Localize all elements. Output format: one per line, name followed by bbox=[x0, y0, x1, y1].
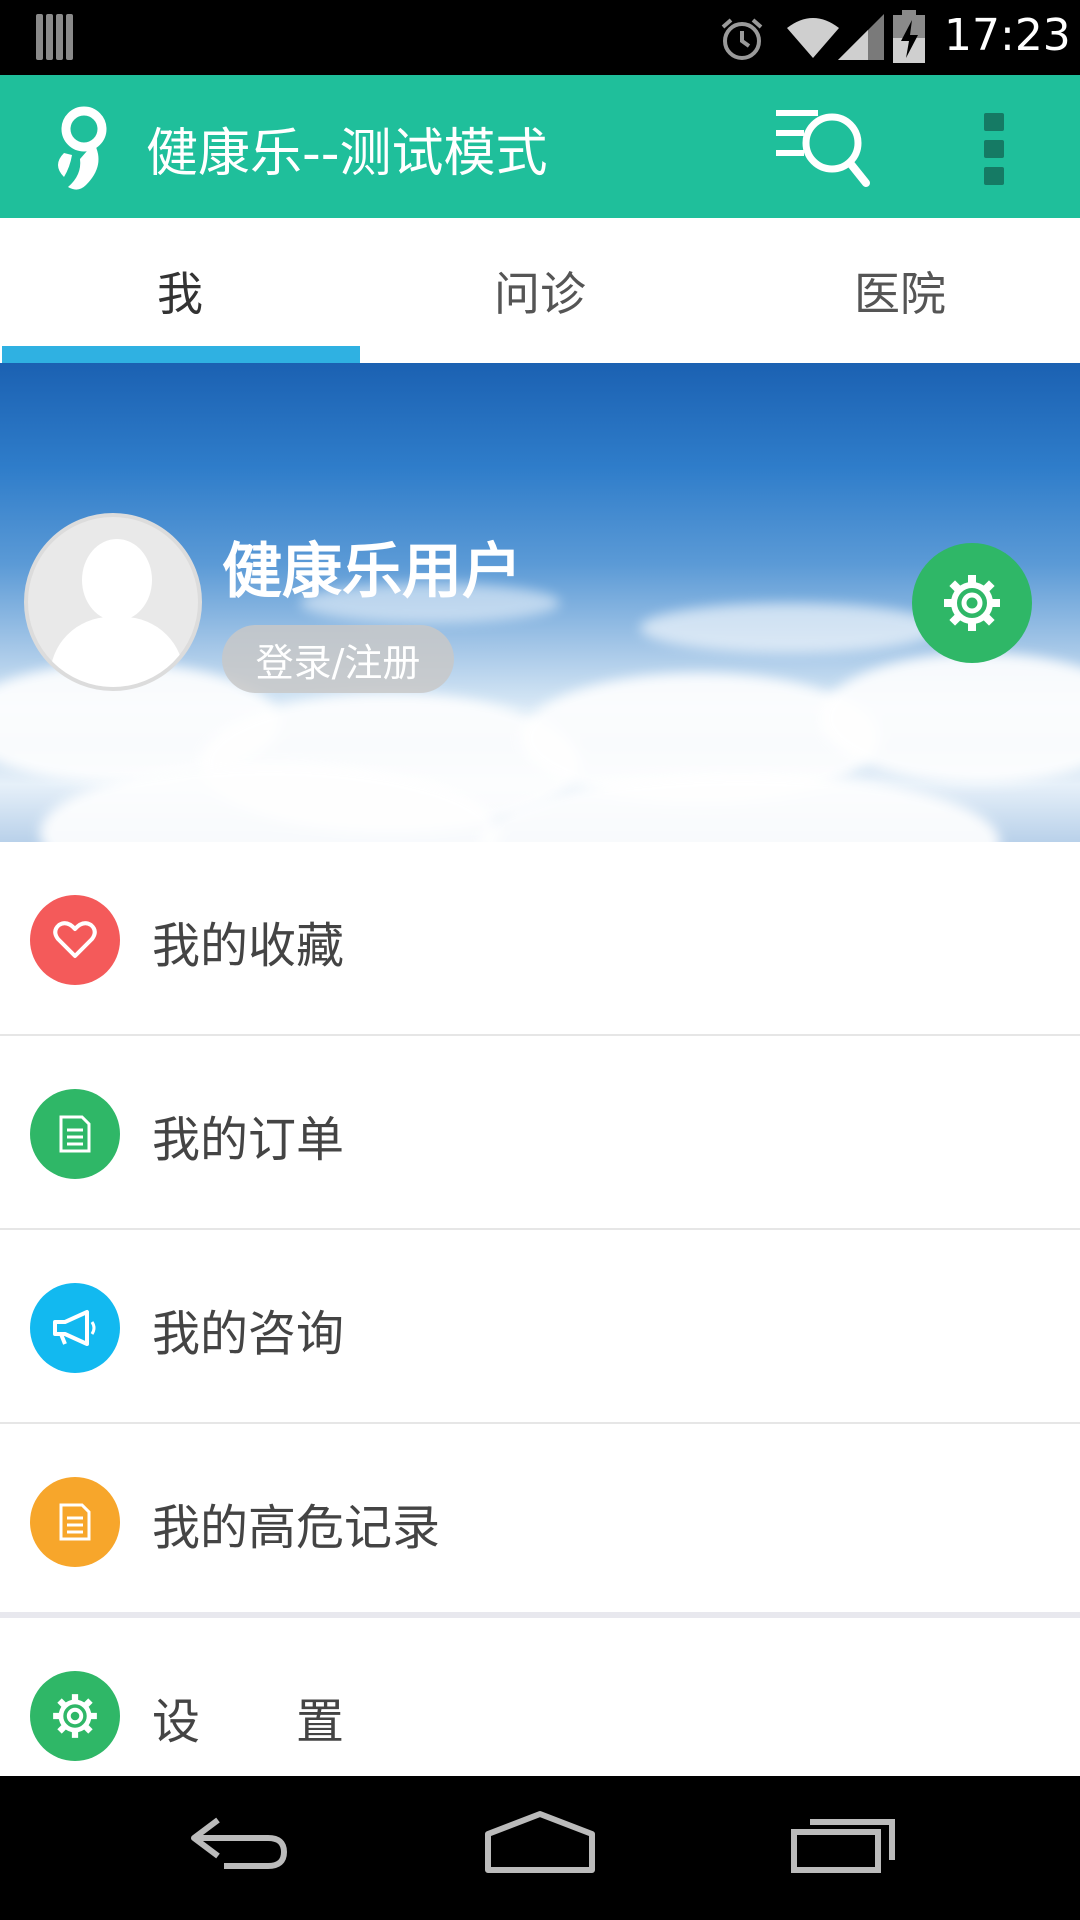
tab-consult[interactable]: 问诊 bbox=[360, 218, 720, 363]
alarm-icon bbox=[721, 18, 763, 60]
menu-item-label: 设 置 bbox=[152, 1694, 345, 1750]
battery-charging-icon bbox=[893, 10, 925, 63]
menu-item-label: 我的收藏 bbox=[152, 918, 345, 974]
megaphone-icon bbox=[30, 1283, 120, 1373]
overflow-menu-icon[interactable] bbox=[980, 113, 1008, 185]
menu-item-label: 我的订单 bbox=[152, 1112, 345, 1168]
tab-indicator bbox=[2, 346, 360, 363]
notification-bars-icon bbox=[36, 14, 73, 60]
heart-icon bbox=[30, 895, 120, 985]
menu-item-consultations[interactable]: 我的咨询 bbox=[0, 1230, 1080, 1424]
wifi-icon bbox=[787, 18, 839, 58]
menu-list: 我的收藏 我的订单 我的咨询 我的高危记录 设 置 bbox=[0, 842, 1080, 1812]
document-icon bbox=[30, 1089, 120, 1179]
app-bar: 健康乐--测试模式 bbox=[0, 75, 1080, 218]
menu-item-high-risk-records[interactable]: 我的高危记录 bbox=[0, 1424, 1080, 1618]
login-register-button[interactable]: 登录/注册 bbox=[222, 625, 454, 693]
profile-banner: 健康乐用户 登录/注册 bbox=[0, 363, 1080, 842]
tab-hospital[interactable]: 医院 bbox=[720, 218, 1080, 363]
avatar[interactable] bbox=[24, 513, 202, 691]
profile-settings-button[interactable] bbox=[912, 543, 1032, 663]
menu-item-label: 我的咨询 bbox=[152, 1306, 345, 1362]
system-nav-bar bbox=[0, 1776, 1080, 1920]
tab-bar: 我 问诊 医院 bbox=[0, 218, 1080, 363]
clock: 17:23 bbox=[944, 10, 1071, 61]
app-logo bbox=[58, 106, 107, 190]
gear-icon bbox=[30, 1671, 120, 1761]
status-bar: 17:23 bbox=[0, 0, 1080, 75]
menu-item-label: 我的高危记录 bbox=[152, 1500, 441, 1556]
record-icon bbox=[30, 1477, 120, 1567]
search-list-icon[interactable] bbox=[774, 105, 874, 189]
recents-icon[interactable] bbox=[790, 1806, 898, 1886]
signal-icon bbox=[838, 14, 884, 60]
app-title: 健康乐--测试模式 bbox=[146, 124, 548, 184]
menu-item-orders[interactable]: 我的订单 bbox=[0, 1036, 1080, 1230]
user-name: 健康乐用户 bbox=[222, 537, 522, 607]
tab-me[interactable]: 我 bbox=[0, 218, 360, 363]
home-icon[interactable] bbox=[484, 1806, 596, 1886]
menu-item-favorites[interactable]: 我的收藏 bbox=[0, 842, 1080, 1036]
back-icon[interactable] bbox=[188, 1806, 292, 1886]
gear-icon bbox=[944, 575, 1000, 631]
